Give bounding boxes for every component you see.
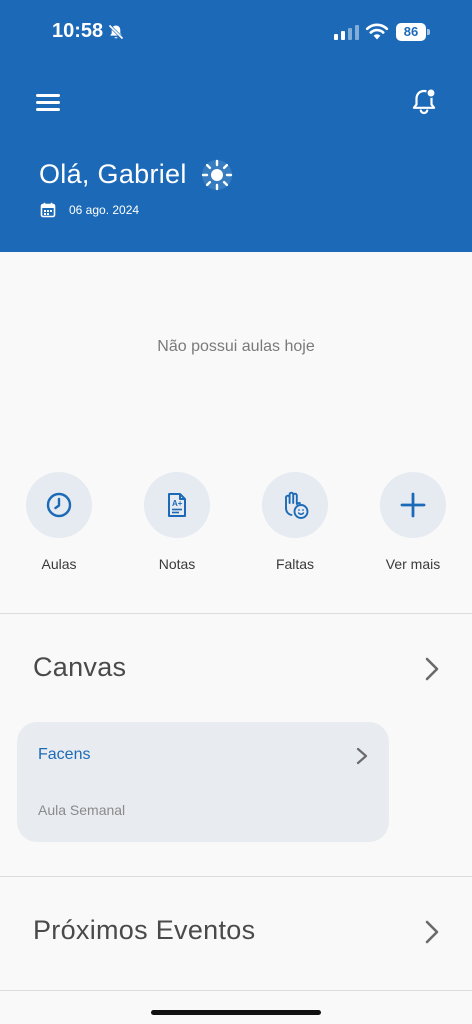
battery-level: 86 (396, 23, 426, 41)
notification-bell-icon[interactable] (408, 86, 440, 118)
course-title: Facens (38, 746, 91, 763)
date-row: 06 ago. 2024 (40, 200, 139, 220)
hand-smile-icon (285, 491, 309, 519)
status-time: 10:58 (52, 20, 104, 42)
divider (0, 876, 472, 877)
status-bar: 10:58 86 (0, 0, 472, 64)
quick-action-notas[interactable]: A+ Notas (127, 472, 227, 572)
canvas-course-card[interactable]: Facens Aula Semanal (17, 722, 389, 842)
sun-icon (201, 159, 233, 191)
quick-action-label: Aulas (41, 556, 77, 572)
calendar-icon (40, 202, 56, 218)
clock-icon (46, 492, 72, 518)
quick-action-ver-mais[interactable]: Ver mais (363, 472, 463, 572)
plus-icon (400, 492, 426, 518)
divider (0, 613, 472, 614)
quick-action-label: Faltas (275, 556, 315, 572)
quick-action-aulas[interactable]: Aulas (9, 472, 109, 572)
canvas-section-title: Canvas (33, 652, 127, 682)
bell-muted-icon (108, 24, 124, 40)
home-indicator[interactable] (151, 1010, 321, 1015)
quick-action-label: Notas (158, 556, 196, 572)
quick-actions: Aulas A+ Notas Faltas Ver mais (0, 472, 472, 582)
svg-text:A+: A+ (172, 499, 183, 508)
battery-indicator: 86 (396, 23, 430, 41)
events-chevron-right-icon[interactable] (423, 919, 441, 945)
grade-document-icon: A+ (168, 493, 186, 517)
menu-button[interactable] (36, 92, 62, 114)
canvas-chevron-right-icon[interactable] (423, 656, 441, 682)
chevron-right-icon (356, 747, 368, 765)
events-section-title: Próximos Eventos (33, 915, 256, 945)
course-subtitle: Aula Semanal (38, 802, 126, 818)
divider (0, 990, 472, 991)
no-classes-message: Não possui aulas hoje (157, 338, 315, 355)
quick-action-faltas[interactable]: Faltas (245, 472, 345, 572)
quick-action-label: Ver mais (385, 556, 441, 572)
app-header: 10:58 86 Olá, Gabriel 06 ago. 2024 (0, 0, 472, 252)
cellular-signal-icon (334, 24, 359, 40)
wifi-icon (365, 23, 389, 40)
greeting-text: Olá, Gabriel (39, 159, 187, 189)
current-date: 06 ago. 2024 (69, 203, 140, 217)
